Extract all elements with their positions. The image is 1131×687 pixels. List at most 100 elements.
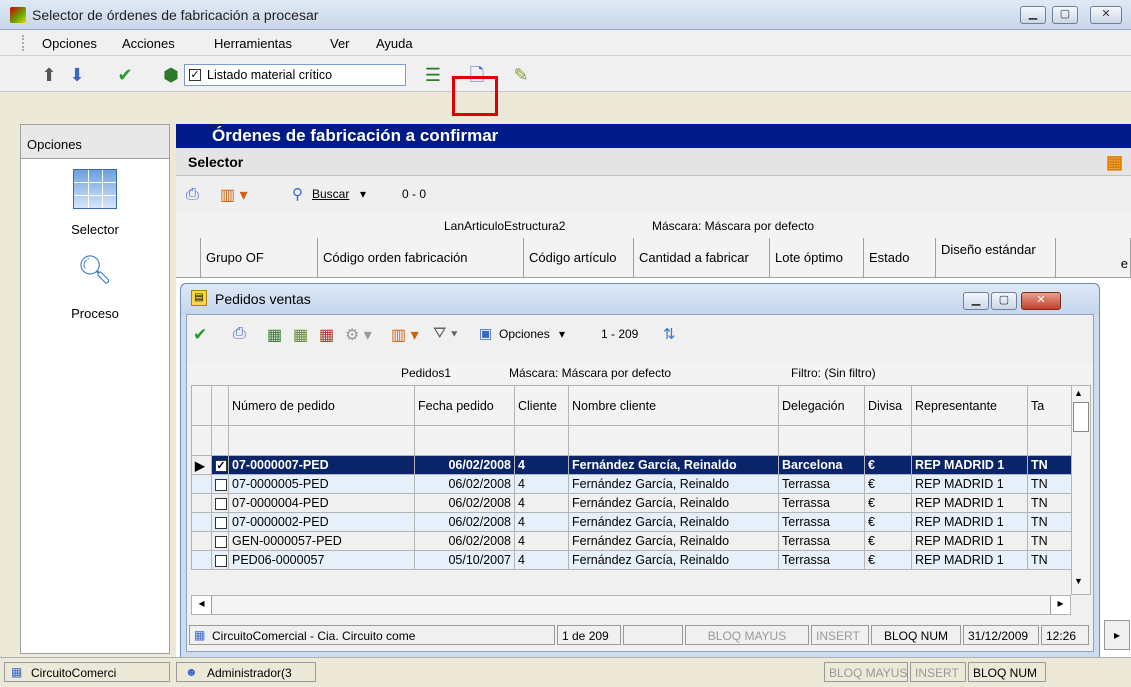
scroll-right-button[interactable]: ▸ bbox=[1104, 620, 1130, 650]
menu-herramientas[interactable]: Herramientas bbox=[214, 36, 292, 51]
excel-export-icon[interactable]: ▦ bbox=[267, 325, 282, 345]
row-indicator[interactable]: ▶ bbox=[191, 455, 212, 475]
close-button[interactable]: ✕ bbox=[1090, 6, 1122, 24]
cell-fecha[interactable]: 06/02/2008 bbox=[414, 455, 515, 475]
scroll-up-arrow[interactable]: ▲ bbox=[1074, 388, 1083, 398]
confirm-check-icon[interactable]: ✔ bbox=[193, 325, 207, 345]
print-icon[interactable]: ⎙ bbox=[233, 325, 246, 343]
row-indicator[interactable] bbox=[191, 550, 212, 570]
column-header[interactable]: Delegación bbox=[778, 385, 865, 426]
navigate-icon[interactable]: ⇅ bbox=[663, 325, 676, 343]
row-indicator[interactable] bbox=[191, 531, 212, 551]
grid-icon[interactable] bbox=[73, 169, 117, 209]
options-button[interactable]: Opciones bbox=[499, 327, 550, 341]
row-checkbox-cell[interactable] bbox=[211, 512, 229, 532]
column-header[interactable]: Número de pedido bbox=[228, 385, 415, 426]
material-critico-combo[interactable]: ✓ Listado material crítico bbox=[184, 64, 406, 86]
column-header[interactable]: Divisa bbox=[864, 385, 912, 426]
maximize-button[interactable]: ▢ bbox=[1052, 6, 1078, 24]
row-checkbox-cell[interactable] bbox=[211, 474, 229, 494]
cell-delegacion[interactable]: Terrassa bbox=[778, 493, 865, 513]
cell-pedido[interactable]: 07-0000005-PED bbox=[228, 474, 415, 494]
row-checkbox[interactable] bbox=[215, 516, 227, 529]
column-header[interactable]: Representante bbox=[911, 385, 1028, 426]
sidebar-item-selector[interactable]: Selector bbox=[21, 222, 169, 237]
filter-cell[interactable] bbox=[228, 425, 415, 456]
cell-divisa[interactable]: € bbox=[864, 493, 912, 513]
row-checkbox-cell[interactable]: ✓ bbox=[211, 455, 229, 475]
minimize-button[interactable]: ▁ bbox=[1020, 6, 1046, 24]
cell-nombre[interactable]: Fernández García, Reinaldo bbox=[568, 531, 779, 551]
cell-fecha[interactable]: 06/02/2008 bbox=[414, 531, 515, 551]
column-header[interactable]: Cliente bbox=[514, 385, 569, 426]
cell-divisa[interactable]: € bbox=[864, 474, 912, 494]
document-edit-icon[interactable]: ✎ bbox=[510, 64, 532, 86]
scroll-down-arrow[interactable]: ▼ bbox=[1074, 576, 1083, 586]
cell-cliente[interactable]: 4 bbox=[514, 455, 569, 475]
cell-pedido[interactable]: 07-0000007-PED bbox=[228, 455, 415, 475]
settings-alert-icon[interactable]: ⬢ bbox=[160, 64, 182, 86]
column-header[interactable]: Nombre cliente bbox=[568, 385, 779, 426]
process-search-icon[interactable]: 🔍︎ bbox=[77, 253, 113, 293]
column-header[interactable]: Fecha pedido bbox=[414, 385, 515, 426]
column-header[interactable]: Cantidad a fabricar bbox=[634, 238, 770, 278]
scroll-right-arrow[interactable]: ▸ bbox=[1050, 596, 1070, 614]
columns-icon[interactable]: ▥ ▾ bbox=[220, 185, 248, 205]
cell-divisa[interactable]: € bbox=[864, 550, 912, 570]
vertical-scrollbar[interactable]: ▲ ▼ bbox=[1071, 385, 1091, 595]
cell-cliente[interactable]: 4 bbox=[514, 550, 569, 570]
row-checkbox[interactable] bbox=[215, 478, 227, 491]
cell-ta[interactable]: TN bbox=[1027, 455, 1072, 475]
column-header[interactable]: Código artículo bbox=[524, 238, 634, 278]
cell-pedido[interactable]: GEN-0000057-PED bbox=[228, 531, 415, 551]
print-icon[interactable]: ⎙ bbox=[186, 186, 199, 204]
column-header[interactable]: Lote óptimo bbox=[770, 238, 864, 278]
cell-ta[interactable]: TN bbox=[1027, 493, 1072, 513]
cell-fecha[interactable]: 05/10/2007 bbox=[414, 550, 515, 570]
cell-pedido[interactable]: 07-0000004-PED bbox=[228, 493, 415, 513]
filter-cell[interactable] bbox=[514, 425, 569, 456]
horizontal-scrollbar[interactable]: ◂ ▸ bbox=[191, 595, 1071, 615]
cell-nombre[interactable]: Fernández García, Reinaldo bbox=[568, 474, 779, 494]
list-edit-icon[interactable]: ☰ bbox=[422, 64, 444, 86]
column-header[interactable]: Grupo OF bbox=[201, 238, 318, 278]
column-header[interactable]: Ta bbox=[1027, 385, 1072, 426]
cell-pedido[interactable]: PED06-0000057 bbox=[228, 550, 415, 570]
row-checkbox[interactable] bbox=[215, 497, 227, 510]
row-checkbox-cell[interactable] bbox=[211, 550, 229, 570]
table-row[interactable]: 07-0000002-PED 06/02/2008 4 Fernández Garcí… bbox=[191, 512, 1072, 532]
cell-divisa[interactable]: € bbox=[864, 512, 912, 532]
cell-ta[interactable]: TN bbox=[1027, 531, 1072, 551]
scroll-left-arrow[interactable]: ◂ bbox=[192, 596, 212, 614]
cell-fecha[interactable]: 06/02/2008 bbox=[414, 474, 515, 494]
menu-acciones[interactable]: Acciones bbox=[122, 36, 175, 51]
grid-toggle-icon[interactable]: ▦ bbox=[1106, 152, 1123, 173]
cell-cliente[interactable]: 4 bbox=[514, 531, 569, 551]
table-row[interactable]: GEN-0000057-PED 06/02/2008 4 Fernández Garc… bbox=[191, 531, 1072, 551]
cell-rep[interactable]: REP MADRID 1 bbox=[911, 531, 1028, 551]
row-checkbox[interactable] bbox=[215, 535, 227, 548]
filter-icon[interactable]: ⛛ ▾ bbox=[433, 325, 458, 343]
filter-cell[interactable] bbox=[414, 425, 515, 456]
child-close-button[interactable]: ✕ bbox=[1021, 292, 1061, 310]
menu-ver[interactable]: Ver bbox=[330, 36, 350, 51]
cell-divisa[interactable]: € bbox=[864, 531, 912, 551]
table-row[interactable]: 07-0000004-PED 06/02/2008 4 Fernández Garcí… bbox=[191, 493, 1072, 513]
move-up-icon[interactable]: ⬆ bbox=[38, 64, 60, 86]
settings-icon[interactable]: ⚙ ▾ bbox=[345, 325, 372, 345]
cell-rep[interactable]: REP MADRID 1 bbox=[911, 455, 1028, 475]
cell-cliente[interactable]: 4 bbox=[514, 474, 569, 494]
columns-icon[interactable]: ▥ ▾ bbox=[391, 325, 419, 345]
row-indicator[interactable] bbox=[191, 512, 212, 532]
cell-fecha[interactable]: 06/02/2008 bbox=[414, 512, 515, 532]
cell-ta[interactable]: TN bbox=[1027, 512, 1072, 532]
material-critico-checkbox[interactable]: ✓ bbox=[189, 69, 201, 81]
cell-cliente[interactable]: 4 bbox=[514, 493, 569, 513]
excel-report-icon[interactable]: ▦ bbox=[319, 325, 334, 345]
cell-rep[interactable]: REP MADRID 1 bbox=[911, 512, 1028, 532]
row-checkbox[interactable]: ✓ bbox=[215, 459, 227, 472]
filter-cell[interactable] bbox=[568, 425, 779, 456]
table-row[interactable]: PED06-0000057 05/10/2007 4 Fernández García… bbox=[191, 550, 1072, 570]
cell-nombre[interactable]: Fernández García, Reinaldo bbox=[568, 550, 779, 570]
cell-delegacion[interactable]: Terrassa bbox=[778, 550, 865, 570]
